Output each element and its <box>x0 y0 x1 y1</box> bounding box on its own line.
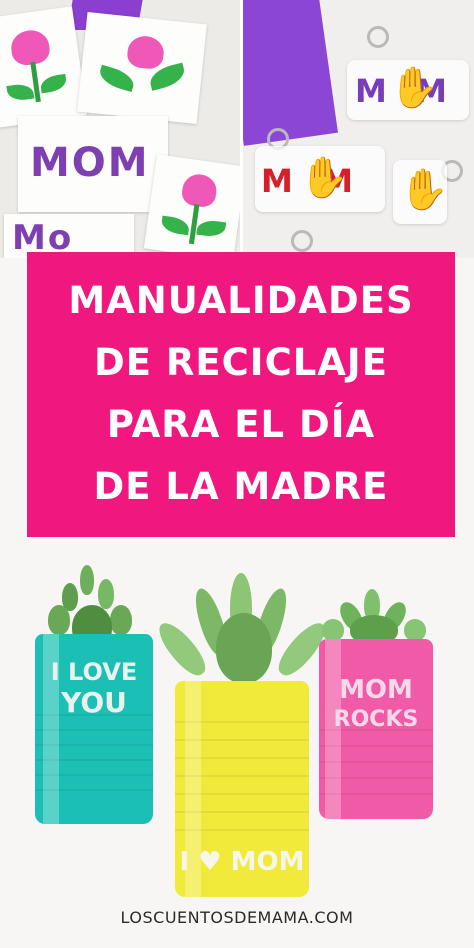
teal-can: I LOVE YOU <box>35 634 153 824</box>
keyring-4 <box>291 230 313 252</box>
red-hand-keychain-icon: ✋ <box>399 167 449 213</box>
yellow-can-text: I ♥ MOM <box>179 847 305 877</box>
collage-right-photo: M M ✋ M M ✋ ✋ <box>243 0 474 258</box>
keyring-1 <box>367 26 389 48</box>
teal-can-text-2: YOU <box>61 686 127 719</box>
keychain-red: M M ✋ <box>255 146 385 212</box>
teal-can-text-1: I LOVE <box>50 658 138 686</box>
pink-can-text-2: ROCKS <box>333 707 419 732</box>
mom-card-label: MOM <box>30 140 150 186</box>
yellow-can: I ♥ MOM <box>175 681 309 897</box>
collage-left-photo: MOM Mo <box>0 0 240 258</box>
banner-line-4: DE LA MADRE <box>93 465 389 508</box>
keychain-hand: ✋ <box>393 160 449 224</box>
tulip-card-3 <box>143 154 240 258</box>
red-handprint-icon: ✋ <box>299 155 349 201</box>
purple-handprint-icon: ✋ <box>389 65 439 111</box>
mom-card: MOM <box>18 116 168 212</box>
purple-sheet <box>243 0 338 146</box>
banner-line-1: MANUALIDADES <box>68 279 414 322</box>
pink-can-text-1: MOM <box>339 675 413 705</box>
banner-title: MANUALIDADES DE RECICLAJE PARA EL DÍA DE… <box>27 270 455 518</box>
pink-can: MOM ROCKS <box>319 639 433 819</box>
banner-line-3: PARA EL DÍA <box>106 403 376 446</box>
keychain-purple: M M ✋ <box>347 60 469 120</box>
site-watermark: LOSCUENTOSDEMAMA.COM <box>120 908 354 927</box>
succulent-yellow <box>152 573 332 693</box>
tulip-card-2 <box>77 12 207 124</box>
cans-photo: I LOVE YOU I ♥ MOM MOM ROCKS <box>0 537 474 948</box>
tulip-card-1 <box>0 6 88 128</box>
title-banner: MANUALIDADES DE RECICLAJE PARA EL DÍA DE… <box>27 252 455 537</box>
banner-line-2: DE RECICLAJE <box>94 341 388 384</box>
